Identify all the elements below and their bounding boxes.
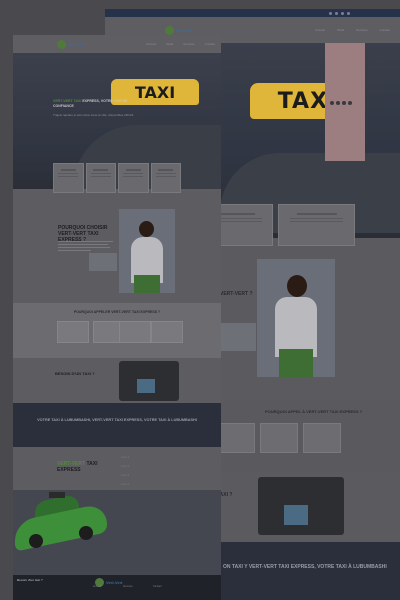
desktop-menu: Accueil Tarifs Services Contact — [315, 28, 390, 32]
footer: Besoin d'un taxi ? Vert-Vert Accueil Ser… — [13, 575, 221, 600]
phone-photo — [119, 361, 179, 401]
side-social-icons — [330, 101, 352, 105]
why-text — [58, 241, 113, 253]
band-card — [57, 321, 89, 343]
hero-title: VERT-VERT TAXI EXPRESS, VOTRE TAXI DE CO… — [53, 99, 143, 109]
logo-icon — [57, 39, 66, 49]
desktop-menu-item[interactable]: Contact — [380, 28, 390, 32]
menu-item[interactable]: Contact — [205, 42, 215, 46]
menu-item[interactable]: Services — [183, 42, 195, 46]
side-panel — [325, 43, 365, 161]
desktop-menu-item[interactable]: Tarifs — [337, 28, 344, 32]
page-mockup: Vert-Vert Accueil Tarifs Services Contac… — [13, 35, 221, 600]
feature-card — [118, 163, 149, 193]
desktop-logo[interactable]: Vert-Vert — [165, 25, 193, 35]
feature-card — [150, 163, 181, 193]
main-menu: Accueil Tarifs Services Contact — [146, 42, 215, 46]
twitter-icon[interactable] — [335, 11, 338, 15]
footer-link[interactable]: Accueil — [93, 585, 101, 588]
green-taxi-car-image — [13, 490, 109, 556]
thumbnail-photo — [89, 253, 117, 271]
footer-heading: Besoin d'un taxi ? — [17, 578, 43, 582]
phone-photo — [258, 477, 344, 535]
app-link[interactable]: Lien 2 — [121, 464, 129, 468]
hero-subtitle: Trajets rapides et sûrs dans toute la vi… — [53, 113, 135, 117]
logo-icon — [165, 25, 174, 35]
band-card — [217, 423, 255, 453]
band-card — [260, 423, 298, 453]
dark-band: VOTRE TAXI À LUBUMBASHI, VERT-VERT TAXI … — [13, 403, 221, 447]
footer-logo-text: Vert-Vert — [106, 580, 123, 585]
instagram-icon[interactable] — [341, 11, 344, 15]
social-icon[interactable] — [342, 101, 346, 105]
band-card — [119, 321, 151, 343]
woman-photo — [257, 259, 335, 377]
feature-card — [53, 163, 84, 193]
desktop-menu-item[interactable]: Services — [356, 28, 368, 32]
facebook-icon[interactable] — [329, 11, 332, 15]
app-link[interactable]: Lien 4 — [121, 482, 129, 486]
band-title: POURQUOI APPELER VERT-VERT TAXI EXPRESS … — [73, 310, 161, 314]
desktop-thumbnail — [220, 323, 256, 351]
social-icon[interactable] — [330, 101, 334, 105]
whatsapp-icon[interactable] — [347, 11, 350, 15]
dark-band-text: VOTRE TAXI À LUBUMBASHI, VERT-VERT TAXI … — [37, 418, 197, 422]
menu-item[interactable]: Accueil — [146, 42, 156, 46]
app-links: Lien 1 Lien 2 Lien 3 Lien 4 — [121, 455, 129, 491]
band-card — [303, 423, 341, 453]
app-link[interactable]: Lien 1 — [121, 455, 129, 459]
app-title: VERT-VERT TAXI EXPRESS — [57, 461, 107, 473]
feature-cards — [53, 163, 181, 193]
woman-photo — [119, 209, 175, 293]
desktop-dark-band-text: ON TAXI Y VERT-VERT TAXI EXPRESS, VOTRE … — [223, 564, 387, 570]
logo-text: Vert-Vert — [176, 27, 193, 33]
desktop-band-title: POURQUOI APPEL À VERT-VERT TAXI EXPRESS … — [265, 409, 363, 414]
feature-card — [278, 204, 356, 246]
footer-link[interactable]: Contact — [153, 585, 162, 588]
app-link[interactable]: Lien 3 — [121, 473, 129, 477]
logo-text: Vert-Vert — [68, 41, 85, 47]
social-icon[interactable] — [348, 101, 352, 105]
navbar: Vert-Vert Accueil Tarifs Services Contac… — [13, 35, 221, 53]
band-card — [151, 321, 183, 343]
car-section — [13, 490, 221, 575]
menu-item[interactable]: Tarifs — [166, 42, 173, 46]
hero-title-highlight: VERT-VERT TAXI — [53, 99, 82, 103]
desktop-menu-item[interactable]: Accueil — [315, 28, 325, 32]
social-icon[interactable] — [336, 101, 340, 105]
footer-link[interactable]: Services — [123, 585, 133, 588]
desktop-topbar — [105, 9, 400, 17]
why-call-band: POURQUOI APPELER VERT-VERT TAXI EXPRESS … — [13, 303, 221, 358]
cta-title: BESOIN D'UN TAXI ? — [55, 371, 95, 376]
feature-card — [85, 163, 116, 193]
logo[interactable]: Vert-Vert — [57, 39, 85, 49]
